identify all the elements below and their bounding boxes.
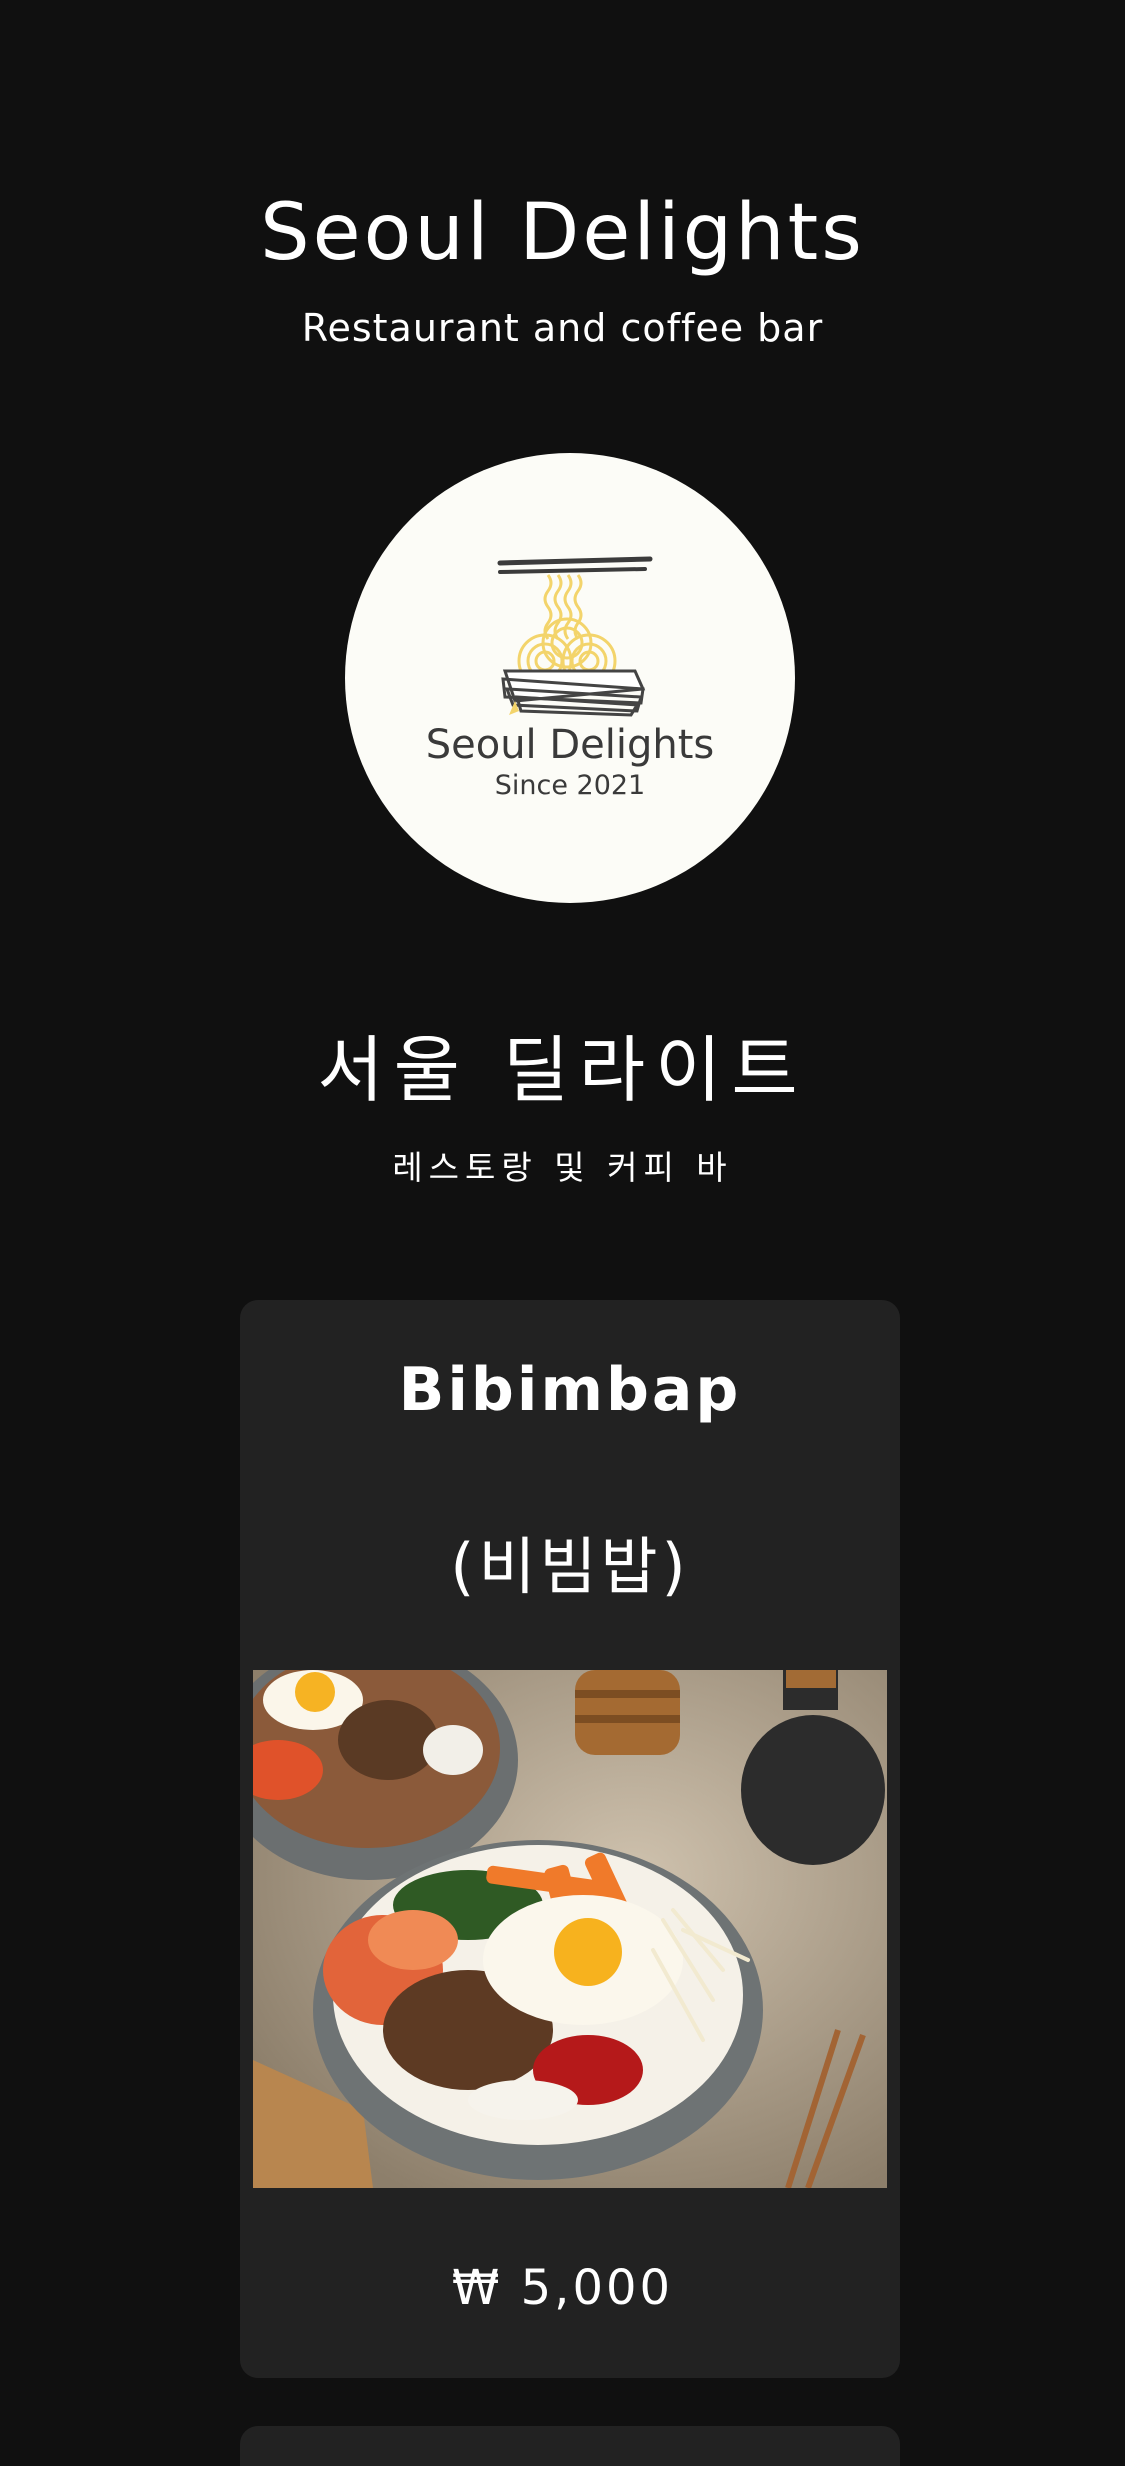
page-title: Seoul Delights	[260, 188, 865, 278]
bibimbap-photo	[253, 1670, 887, 2188]
noodle-bowl-chopsticks-icon	[497, 556, 653, 717]
korean-title: 서울 딜라이트	[317, 1028, 808, 1112]
logo-since: Since 2021	[494, 770, 646, 801]
page-subtitle: Restaurant and coffee bar	[301, 306, 824, 350]
restaurant-logo: Seoul Delights Since 2021	[345, 453, 795, 903]
menu-item-card-next[interactable]	[240, 2426, 900, 2466]
logo-name: Seoul Delights	[425, 722, 715, 768]
korean-subtitle: 레스토랑 및 커피 바	[392, 1148, 733, 1187]
dish-price: ₩ 5,000	[451, 2260, 674, 2316]
bibimbap-photo-illustration	[253, 1670, 887, 2188]
